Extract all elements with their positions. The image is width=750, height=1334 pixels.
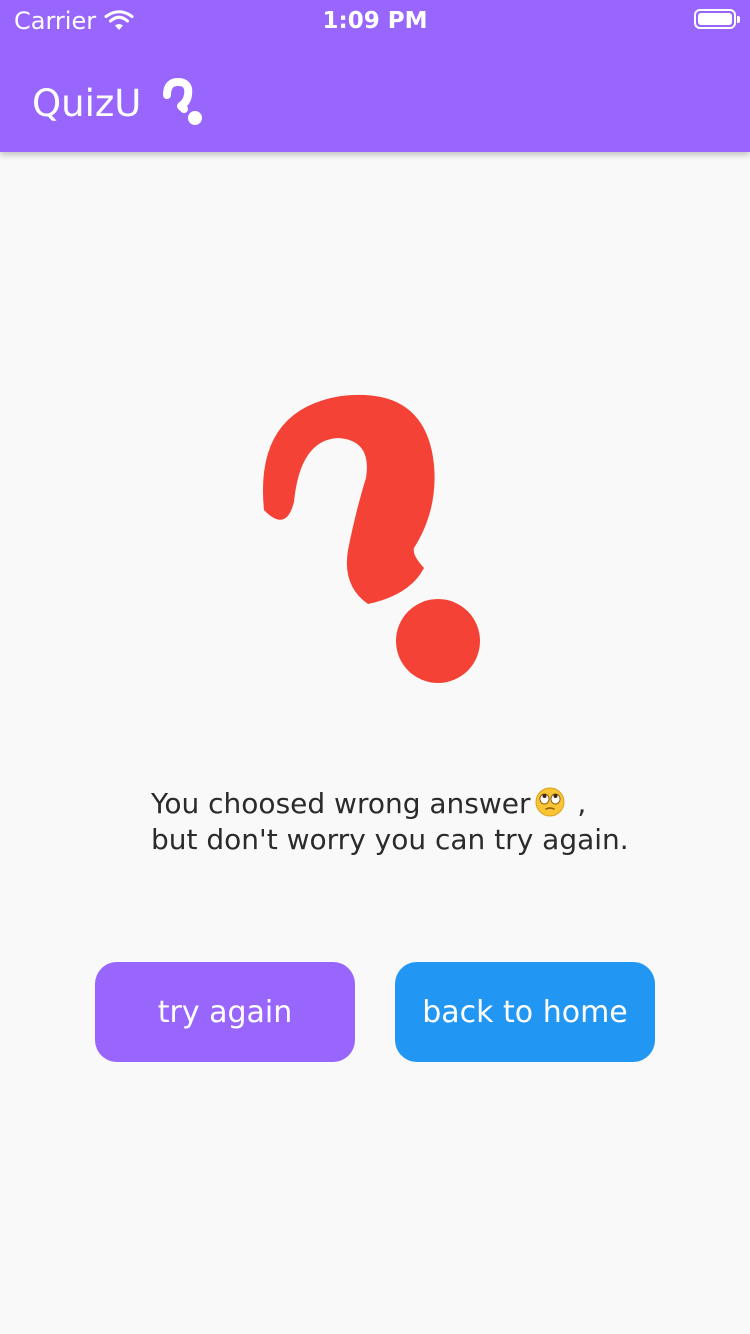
battery-icon — [694, 9, 740, 29]
app-title: QuizU — [32, 82, 142, 125]
result-message: You choosed wrong answer , but don't wor… — [151, 786, 691, 858]
message-text-1: You choosed wrong answer — [151, 787, 531, 820]
face-with-rolling-eyes-icon — [535, 787, 565, 817]
try-again-label: try again — [157, 994, 293, 1030]
message-line-1: You choosed wrong answer , — [151, 786, 691, 822]
app-bar: Carrier 1:09 PM QuizU — [0, 0, 750, 152]
message-suffix: , — [568, 787, 587, 820]
back-to-home-button[interactable]: back to home — [395, 962, 655, 1062]
back-to-home-label: back to home — [422, 994, 628, 1030]
status-time: 1:09 PM — [322, 8, 428, 34]
message-line-2: but don't worry you can try again. — [151, 823, 629, 856]
question-mark-icon — [262, 394, 480, 683]
question-mark-icon — [163, 78, 202, 125]
try-again-button[interactable]: try again — [95, 962, 355, 1062]
